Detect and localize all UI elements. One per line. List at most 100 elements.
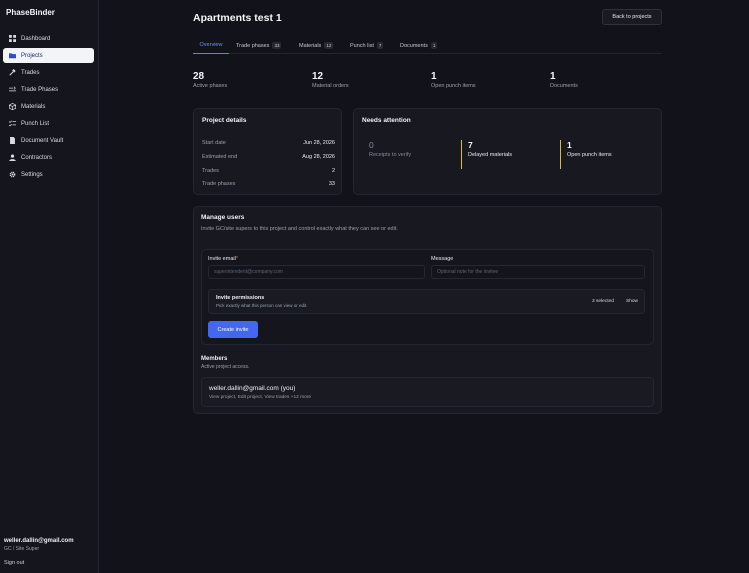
back-to-projects-button[interactable]: Back to projects [602, 9, 662, 25]
page-title: Apartments test 1 [193, 12, 282, 24]
stat-label: Material orders [312, 83, 349, 89]
sidebar-item-label: Materials [21, 103, 46, 110]
manage-users-title: Manage users [201, 214, 245, 221]
stat-value: 1 [550, 71, 556, 82]
sidebar-nav: Dashboard Projects Trades Trade Phases M… [3, 31, 94, 184]
sidebar-item-dashboard[interactable]: Dashboard [3, 31, 94, 46]
tab-documents[interactable]: Documents 1 [400, 37, 438, 54]
person-icon [8, 154, 16, 162]
box-icon [8, 103, 16, 111]
attention-label: Delayed materials [468, 152, 513, 158]
attention-delayed-materials[interactable]: 7 Delayed materials [461, 140, 512, 169]
sidebar-item-trade-phases[interactable]: Trade Phases [3, 82, 94, 97]
sidebar-item-label: Contractors [21, 154, 53, 161]
sidebar-item-punch-list[interactable]: Punch List [3, 116, 94, 131]
attention-value: 1 [567, 140, 572, 150]
hammer-icon [8, 69, 16, 77]
members-subtitle: Active project access. [201, 364, 250, 370]
sign-out-link[interactable]: Sign out [4, 560, 24, 566]
attention-value: 0 [369, 140, 374, 150]
user-role: GC / Site Super [4, 546, 40, 552]
required-mark: * [235, 256, 238, 262]
detail-value: 33 [328, 181, 335, 187]
sidebar-item-document-vault[interactable]: Document Vault [3, 133, 94, 148]
grid-icon [8, 35, 16, 43]
invite-email-label: Invite email* [208, 256, 238, 262]
tab-label: Punch list [350, 42, 374, 49]
attention-label: Open punch items [567, 152, 612, 158]
phases-icon [8, 86, 16, 94]
permissions-show-toggle[interactable]: Show [626, 299, 638, 304]
detail-value: Jun 28, 2026 [303, 140, 335, 146]
sidebar-item-trades[interactable]: Trades [3, 65, 94, 80]
member-permissions: View project, Edit project, View trades … [209, 395, 312, 400]
gear-icon [8, 171, 16, 179]
stat-open-punch-items: 1 Open punch items [431, 71, 476, 89]
detail-row-trades: Trades 2 [202, 168, 335, 174]
detail-value: 2 [331, 168, 335, 174]
detail-row-trade-phases: Trade phases 33 [202, 181, 335, 187]
card-title: Needs attention [362, 117, 411, 124]
tab-materials[interactable]: Materials 12 [299, 37, 334, 54]
card-title: Project details [202, 117, 247, 124]
stat-label: Open punch items [431, 83, 476, 89]
sidebar-item-label: Document Vault [21, 137, 64, 144]
sidebar-item-label: Punch List [21, 120, 50, 127]
message-input[interactable]: Optional note for the invitee [431, 265, 645, 279]
tab-overview[interactable]: Overview [193, 37, 229, 54]
project-tabs: Overview Trade phases 33 Materials 12 Pu… [193, 37, 662, 54]
stat-material-orders: 12 Material orders [312, 71, 349, 89]
stat-label: Active phases [193, 83, 228, 89]
invite-email-input[interactable]: superintendent@company.com [208, 265, 425, 279]
invite-permissions-panel[interactable]: Invite permissions Pick exactly what thi… [208, 289, 645, 314]
permissions-subtitle: Pick exactly what this person can view o… [216, 303, 308, 308]
create-invite-button[interactable]: Create invite [208, 321, 258, 338]
tab-count-badge: 33 [272, 42, 282, 49]
sidebar: PhaseBinder Dashboard Projects Trades Tr… [0, 0, 99, 573]
tab-trade-phases[interactable]: Trade phases 33 [236, 37, 282, 54]
members-title: Members [201, 356, 228, 362]
tab-count-badge: 7 [376, 42, 384, 49]
stat-label: Documents [550, 83, 578, 89]
project-details-card: Project details Start date Jun 28, 2026 … [193, 108, 342, 195]
tab-punch-list[interactable]: Punch list 7 [350, 37, 384, 54]
checklist-icon [8, 120, 16, 128]
detail-label: Estimated end [202, 154, 238, 160]
sidebar-item-label: Dashboard [21, 35, 51, 42]
message-label: Message [431, 256, 454, 262]
detail-label: Trades [202, 168, 219, 174]
detail-label: Start date [202, 140, 226, 146]
member-email: weller.dallin@gmail.com (you) [209, 385, 296, 392]
tab-label: Trade phases [236, 42, 270, 49]
stat-value: 1 [431, 71, 437, 82]
detail-value: Aug 28, 2026 [302, 154, 335, 160]
user-email: weller.dallin@gmail.com [4, 538, 74, 544]
attention-label: Receipts to verify [369, 152, 412, 158]
document-icon [8, 137, 16, 145]
stat-value: 28 [193, 71, 205, 82]
permissions-title: Invite permissions [216, 295, 265, 301]
tab-label: Documents [400, 42, 428, 49]
member-row[interactable]: weller.dallin@gmail.com (you) View proje… [201, 377, 654, 407]
sidebar-item-contractors[interactable]: Contractors [3, 150, 94, 165]
attention-receipts[interactable]: 0 Receipts to verify [363, 140, 411, 169]
permissions-selected-count: 3 selected [592, 299, 614, 304]
sidebar-item-label: Trade Phases [21, 86, 59, 93]
sidebar-item-label: Trades [21, 69, 40, 76]
detail-label: Trade phases [202, 181, 236, 187]
stat-active-phases: 28 Active phases [193, 71, 227, 89]
app-brand: PhaseBinder [6, 8, 55, 17]
tab-label: Overview [199, 42, 223, 48]
tab-count-badge: 1 [430, 42, 438, 49]
sidebar-item-projects[interactable]: Projects [3, 48, 94, 63]
folder-icon [8, 52, 16, 60]
tab-count-badge: 12 [324, 42, 334, 49]
sidebar-item-materials[interactable]: Materials [3, 99, 94, 114]
detail-row-start-date: Start date Jun 28, 2026 [202, 140, 335, 146]
manage-users-subtitle: Invite GC/site supers to this project an… [201, 226, 398, 232]
invite-email-label-text: Invite email [208, 256, 236, 262]
attention-open-punch-items[interactable]: 1 Open punch items [560, 140, 612, 169]
needs-attention-card: Needs attention 0 Receipts to verify 7 D… [353, 108, 662, 195]
attention-value: 7 [468, 140, 473, 150]
sidebar-item-settings[interactable]: Settings [3, 167, 94, 182]
